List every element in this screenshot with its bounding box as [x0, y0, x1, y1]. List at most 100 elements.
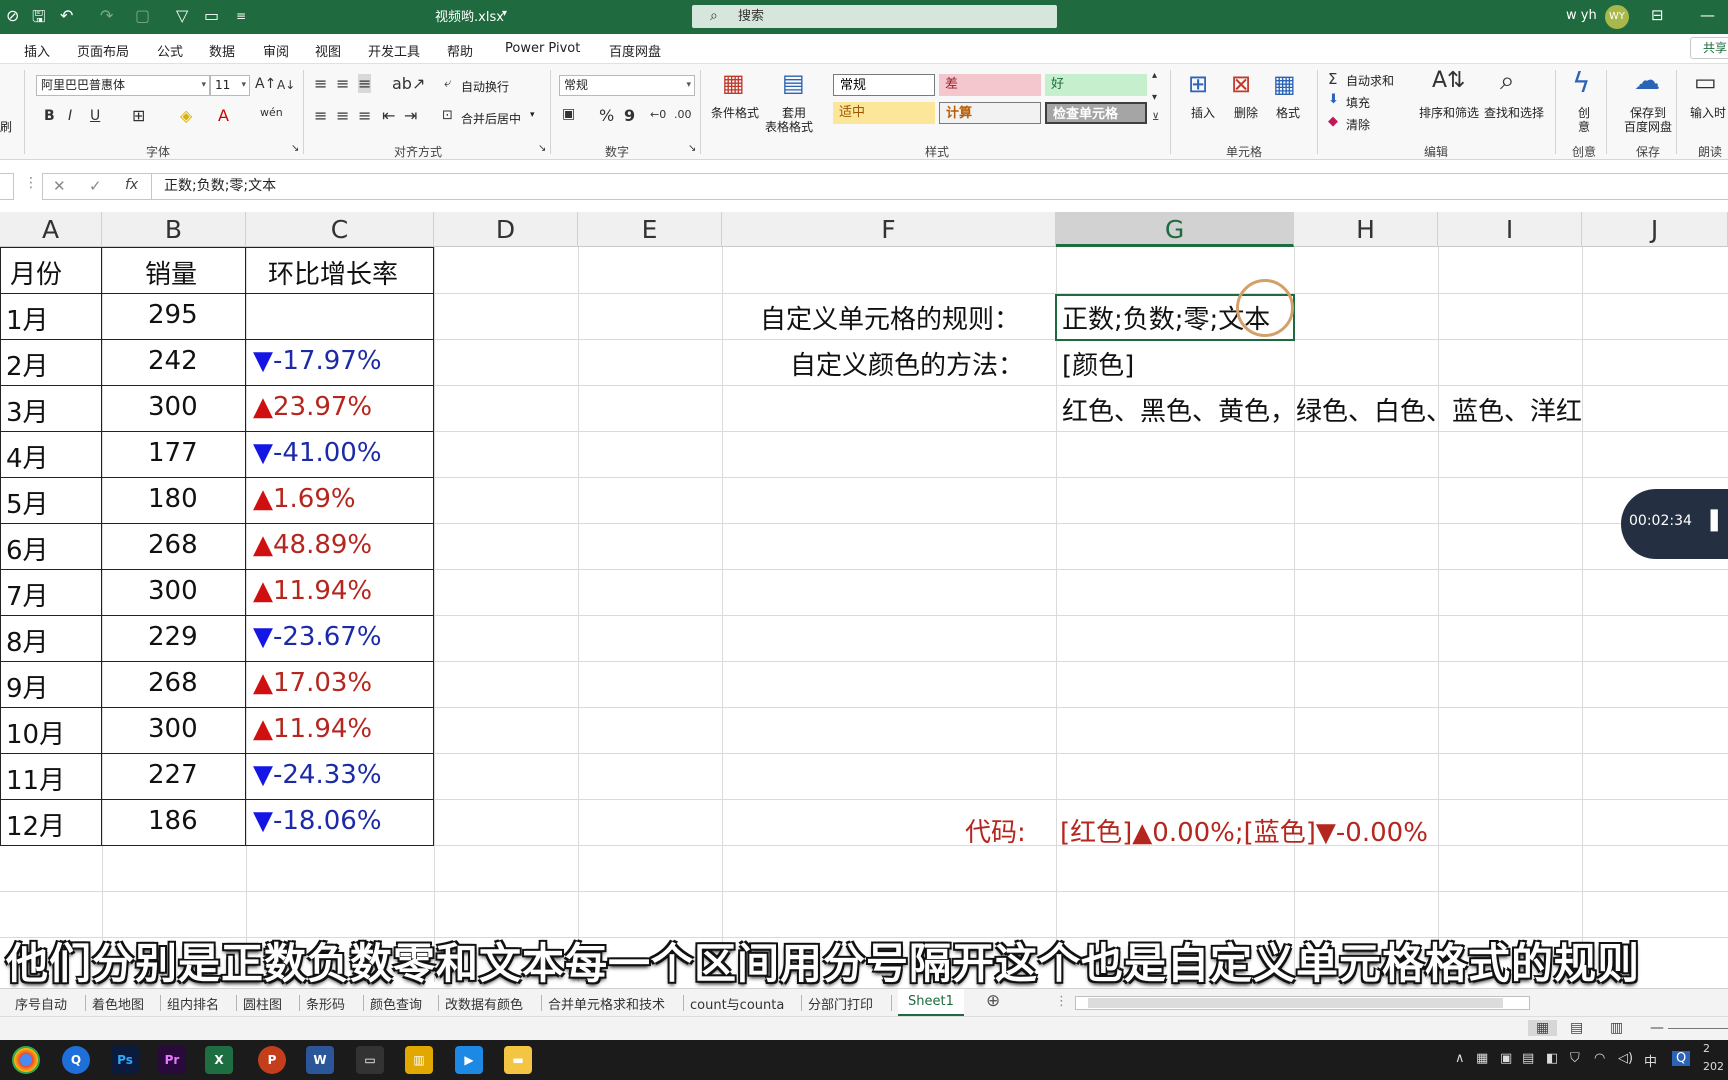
chevron-down-icon[interactable]: ▾	[530, 110, 535, 120]
align-left-icon[interactable]: ≡	[314, 106, 327, 125]
growth-cell[interactable]: ▲48.89%	[253, 530, 372, 560]
sales-cell[interactable]: 268	[148, 668, 198, 698]
sales-cell[interactable]: 242	[148, 346, 198, 376]
qq-icon[interactable]: Q	[62, 1046, 90, 1074]
tab-baidu-pan[interactable]: 百度网盘	[609, 41, 661, 60]
sheet-tab[interactable]: 分部门打印	[808, 994, 873, 1013]
conditional-format-icon[interactable]: ▦	[722, 69, 745, 97]
align-right-icon[interactable]: ≡	[358, 106, 371, 125]
clear-button[interactable]: 清除	[1346, 116, 1370, 133]
format-painter-icon[interactable]: ▢	[135, 6, 150, 25]
sort-filter-icon[interactable]: A⇅	[1432, 68, 1465, 93]
header-sales[interactable]: 销量	[145, 254, 197, 291]
sheet-tab[interactable]: count与counta	[690, 994, 784, 1013]
format-cells-icon[interactable]: ▦	[1273, 70, 1296, 98]
tray-expand-icon[interactable]: ∧	[1455, 1051, 1465, 1066]
sales-cell[interactable]: 300	[148, 576, 198, 606]
code-label[interactable]: 代码:	[965, 812, 1026, 849]
month-cell[interactable]: 6月	[6, 530, 49, 567]
header-month[interactable]: 月份	[10, 254, 62, 291]
dialog-launcher-icon[interactable]: ↘	[688, 143, 696, 154]
file-name[interactable]: 视频哟.xlsx	[435, 6, 504, 25]
insert-cells-button[interactable]: 插入	[1191, 104, 1215, 121]
code-value[interactable]: [红色]▲0.00%;[蓝色]▼-0.00%	[1060, 812, 1428, 849]
search-input[interactable]: ⌕ 搜索	[692, 5, 1057, 28]
dialog-launcher-icon[interactable]: ↘	[291, 143, 299, 154]
powerpoint-icon[interactable]: P	[258, 1046, 286, 1074]
horizontal-scrollbar[interactable]	[1075, 996, 1530, 1010]
growth-cell[interactable]: ▲11.94%	[253, 714, 372, 744]
premiere-icon[interactable]: Pr	[158, 1046, 186, 1074]
sales-cell[interactable]: 177	[148, 438, 198, 468]
tab-developer[interactable]: 开发工具	[368, 41, 420, 60]
month-cell[interactable]: 9月	[6, 668, 49, 705]
zoom-slider[interactable]	[1668, 1028, 1728, 1029]
fill-button[interactable]: 填充	[1346, 94, 1370, 111]
sheet-tab[interactable]: 颜色查询	[370, 994, 422, 1013]
create-button-2[interactable]: 意	[1578, 118, 1590, 135]
delete-cells-button[interactable]: 删除	[1234, 104, 1258, 121]
formula-input[interactable]: 正数;负数;零;文本	[152, 173, 1728, 200]
style-neutral[interactable]: 适中	[833, 102, 935, 124]
bold-icon[interactable]: B	[44, 108, 55, 124]
enter-icon[interactable]: ✓	[89, 177, 102, 195]
wrap-text-button[interactable]: 自动换行	[461, 78, 509, 95]
undo-icon[interactable]: ↶	[60, 6, 73, 25]
chart-app-icon[interactable]: ▥	[405, 1046, 433, 1074]
read-aloud-icon[interactable]: ▭	[1694, 68, 1717, 96]
sales-cell[interactable]: 227	[148, 760, 198, 790]
autosum-icon[interactable]: Σ	[1328, 70, 1337, 88]
sales-cell[interactable]: 268	[148, 530, 198, 560]
tab-help[interactable]: 帮助	[447, 41, 473, 60]
column-header-a[interactable]: A	[0, 212, 102, 247]
column-header-i[interactable]: I	[1438, 212, 1582, 247]
style-normal[interactable]: 常规	[833, 74, 935, 96]
zoom-out-icon[interactable]: —	[1650, 1020, 1664, 1036]
tab-formulas[interactable]: 公式	[157, 41, 183, 60]
phonetic-icon[interactable]: wén	[260, 106, 283, 119]
normal-view-icon[interactable]: ▦	[1528, 1020, 1558, 1036]
comma-icon[interactable]: 9	[624, 106, 635, 125]
video-app-icon[interactable]: ▶	[455, 1046, 483, 1074]
border-icon[interactable]: ⊞	[132, 106, 145, 125]
tray-q-icon[interactable]: Q	[1672, 1051, 1691, 1066]
autosave-icon[interactable]: ⊘	[6, 6, 19, 25]
table-format-icon[interactable]: ▤	[782, 69, 805, 97]
style-check-cell[interactable]: 检查单元格	[1045, 102, 1147, 124]
sales-cell[interactable]: 300	[148, 714, 198, 744]
align-center-icon[interactable]: ≡	[336, 106, 349, 125]
page-break-view-icon[interactable]: ▥	[1610, 1020, 1623, 1036]
styles-scroll-up-icon[interactable]: ▴	[1152, 70, 1157, 81]
color-method-label[interactable]: 自定义颜色的方法：	[790, 345, 1024, 382]
sheet-tab[interactable]: 圆柱图	[243, 994, 282, 1013]
month-cell[interactable]: 11月	[6, 760, 65, 797]
minimize-icon[interactable]: —	[1700, 6, 1715, 24]
month-cell[interactable]: 12月	[6, 806, 65, 843]
column-header-h[interactable]: H	[1294, 212, 1438, 247]
style-bad[interactable]: 差	[939, 74, 1041, 96]
header-growth[interactable]: 环比增长率	[268, 254, 398, 291]
increase-indent-icon[interactable]: ⇥	[404, 106, 417, 125]
month-cell[interactable]: 1月	[6, 300, 49, 337]
rule-label[interactable]: 自定义单元格的规则：	[760, 299, 1020, 336]
user-name[interactable]: w yh	[1566, 8, 1597, 23]
sheet-tab[interactable]: Sheet1	[898, 989, 964, 1016]
decrease-font-icon[interactable]: A↓	[277, 78, 295, 92]
sales-cell[interactable]: 300	[148, 392, 198, 422]
tab-power-pivot[interactable]: Power Pivot	[505, 41, 580, 56]
growth-cell[interactable]: ▲11.94%	[253, 576, 372, 606]
growth-cell[interactable]: ▼-18.06%	[253, 806, 382, 836]
conditional-format-button[interactable]: 条件格式	[711, 104, 759, 121]
column-header-g[interactable]: G	[1056, 212, 1294, 247]
find-select-button[interactable]: 查找和选择	[1484, 104, 1544, 121]
word-icon[interactable]: W	[306, 1046, 334, 1074]
find-icon[interactable]: ⌕	[1500, 66, 1515, 97]
dialog-launcher-icon[interactable]: ↘	[538, 143, 546, 154]
colors-list[interactable]: 红色、黑色、黄色，绿色、白色、蓝色、洋红	[1062, 391, 1582, 428]
column-header-f[interactable]: F	[722, 212, 1056, 247]
color-method-value[interactable]: [颜色]	[1062, 345, 1134, 382]
delete-cells-icon[interactable]: ⊠	[1231, 70, 1251, 98]
align-top-icon[interactable]: ≡	[314, 74, 327, 93]
sales-cell[interactable]: 295	[148, 300, 198, 330]
tab-page-layout[interactable]: 页面布局	[77, 41, 129, 60]
